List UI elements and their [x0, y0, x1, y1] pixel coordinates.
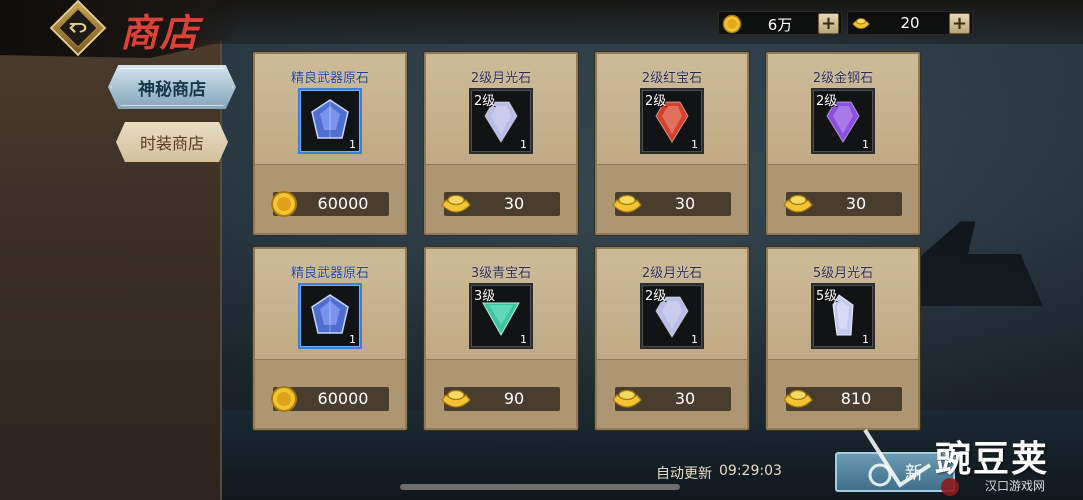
item-level: 2级 [645, 94, 667, 109]
item-name: 精良武器原石 [290, 71, 369, 86]
item-slot[interactable]: 2级 1 [811, 88, 875, 154]
refresh-timer: 09:29:03 [719, 463, 782, 479]
item-slot[interactable]: 1 [298, 283, 362, 349]
shop-item-card[interactable]: 2级金钢石 2级 1 30 [766, 52, 920, 235]
auto-refresh-label: 自动更新 [656, 466, 712, 482]
item-level: 2级 [645, 289, 667, 304]
item-slot[interactable]: 2级 1 [469, 88, 533, 154]
item-name: 2级月光石 [641, 266, 703, 281]
shop-item-card[interactable]: 2级月光石 2级 1 30 [595, 247, 749, 430]
item-name: 2级月光石 [470, 71, 532, 86]
ingot-amount: 20 [900, 14, 920, 32]
price-tag: 90 [441, 387, 560, 411]
item-quantity: 1 [691, 138, 698, 151]
back-icon [58, 8, 98, 48]
price-value: 90 [503, 389, 525, 408]
price-value: 30 [503, 194, 525, 213]
ingot-currency: 20 + [847, 11, 973, 35]
shop-item-card[interactable]: 2级月光石 2级 1 30 [424, 52, 578, 235]
item-name: 精良武器原石 [290, 266, 369, 281]
price-value: 30 [674, 194, 696, 213]
gold-coin-icon [271, 386, 297, 412]
sidebar [0, 40, 222, 500]
price-tag: 60000 [271, 191, 389, 217]
item-quantity: 1 [520, 138, 527, 151]
price-value: 60000 [317, 194, 369, 213]
shop-item-card[interactable]: 5级月光石 5级 1 810 [766, 247, 920, 430]
item-level: 2级 [474, 94, 496, 109]
tab-label: 时装商店 [139, 134, 204, 153]
item-slot[interactable]: 2级 1 [640, 283, 704, 349]
shop-item-card[interactable]: 3级青宝石 3级 1 90 [424, 247, 578, 430]
page-title: 商店 [120, 10, 201, 55]
price-currency-icon [269, 384, 299, 418]
scrollbar[interactable] [400, 484, 680, 490]
item-name: 5级月光石 [812, 266, 874, 281]
price-value: 30 [674, 389, 696, 408]
tab-fashion-shop[interactable]: 时装商店 [116, 122, 228, 162]
price-tag: 810 [783, 387, 902, 411]
item-quantity: 1 [691, 333, 698, 346]
add-coin-button[interactable]: + [818, 13, 839, 34]
item-slot[interactable]: 3级 1 [469, 283, 533, 349]
price-tag: 30 [783, 192, 902, 216]
add-ingot-button[interactable]: + [949, 13, 970, 34]
sapphire-gem-icon [311, 99, 349, 139]
item-level: 3级 [474, 289, 496, 304]
item-quantity: 1 [520, 333, 527, 346]
item-level: 5级 [816, 289, 838, 304]
tab-mystery-shop[interactable]: 神秘商店 [108, 65, 236, 109]
shop-item-card[interactable]: 精良武器原石 1 60000 [253, 247, 407, 430]
item-quantity: 1 [862, 333, 869, 346]
item-name: 2级红宝石 [641, 71, 703, 86]
item-slot[interactable]: 1 [298, 88, 362, 154]
shop-item-card[interactable]: 精良武器原石 1 60000 [253, 52, 407, 235]
coin-amount: 6万 [767, 16, 793, 34]
sapphire-gem-icon [311, 294, 349, 334]
item-level: 2级 [816, 94, 838, 109]
gold-ingot-icon [852, 18, 870, 29]
price-tag: 30 [612, 192, 731, 216]
item-name: 3级青宝石 [470, 266, 532, 281]
price-tag: 60000 [271, 386, 389, 412]
item-name: 2级金钢石 [812, 71, 874, 86]
coin-currency: 6万 + [718, 11, 842, 35]
watermark-text: 豌豆荚 [935, 439, 1050, 480]
gold-coin-icon [722, 14, 742, 34]
price-currency-icon [269, 189, 299, 223]
item-quantity: 1 [349, 333, 356, 346]
shop-item-card[interactable]: 2级红宝石 2级 1 30 [595, 52, 749, 235]
item-slot[interactable]: 5级 1 [811, 283, 875, 349]
gold-coin-icon [271, 191, 297, 217]
item-quantity: 1 [349, 138, 356, 151]
tab-label: 神秘商店 [138, 79, 206, 100]
watermark-subtext: 汉口游戏网 [985, 479, 1046, 493]
item-slot[interactable]: 2级 1 [640, 88, 704, 154]
item-quantity: 1 [862, 138, 869, 151]
price-value: 30 [845, 194, 867, 213]
price-tag: 30 [441, 192, 560, 216]
price-value: 810 [840, 389, 872, 408]
price-value: 60000 [317, 389, 369, 408]
price-tag: 30 [612, 387, 731, 411]
